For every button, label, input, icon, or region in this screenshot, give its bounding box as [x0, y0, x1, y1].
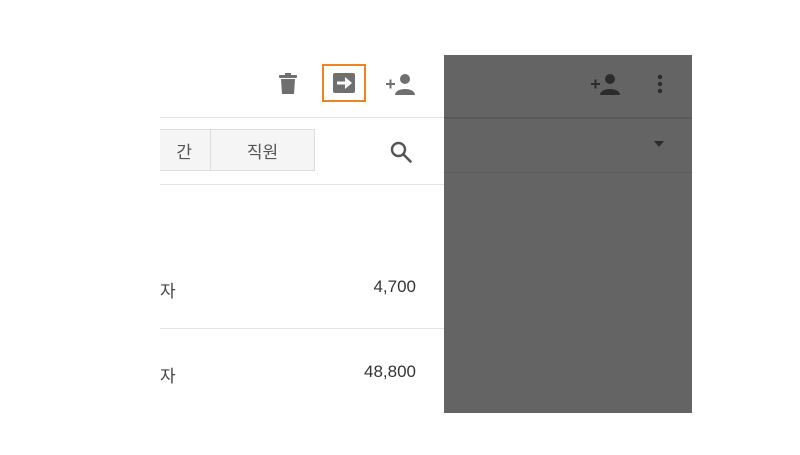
filter-segment-label: 직원 [246, 142, 279, 162]
main-panel: 간 직원 자 4,700 자 48,800 [160, 55, 444, 413]
row-value: 48,800 [364, 362, 416, 381]
add-user-icon [591, 74, 620, 95]
overlay-divider [444, 117, 692, 119]
add-user-button[interactable] [384, 67, 418, 101]
delete-button[interactable] [273, 67, 303, 101]
dropdown-caret-icon[interactable] [652, 139, 666, 149]
search-icon [390, 141, 412, 163]
row-label: 자 [160, 282, 176, 301]
more-vert-icon [657, 74, 663, 94]
export-arrow-icon [333, 73, 355, 93]
filter-segment-label: 간 [176, 142, 192, 162]
add-user-icon [386, 74, 415, 95]
trash-icon [279, 73, 297, 94]
overlay-divider [444, 172, 692, 173]
export-button[interactable] [322, 64, 366, 102]
overlay-panel[interactable] [444, 55, 692, 413]
toolbar-divider [160, 117, 444, 118]
search-button[interactable] [386, 137, 416, 167]
filter-segment-prev[interactable]: 간 [160, 129, 211, 171]
app-frame: 간 직원 자 4,700 자 48,800 [160, 55, 692, 413]
row-label: 자 [160, 367, 176, 386]
more-options-button[interactable] [650, 68, 670, 100]
row-value: 4,700 [373, 277, 416, 296]
filter-divider [160, 184, 444, 185]
overlay-add-user-button[interactable] [589, 68, 623, 100]
filter-segment-staff[interactable]: 직원 [210, 129, 315, 171]
row-divider [160, 328, 444, 329]
